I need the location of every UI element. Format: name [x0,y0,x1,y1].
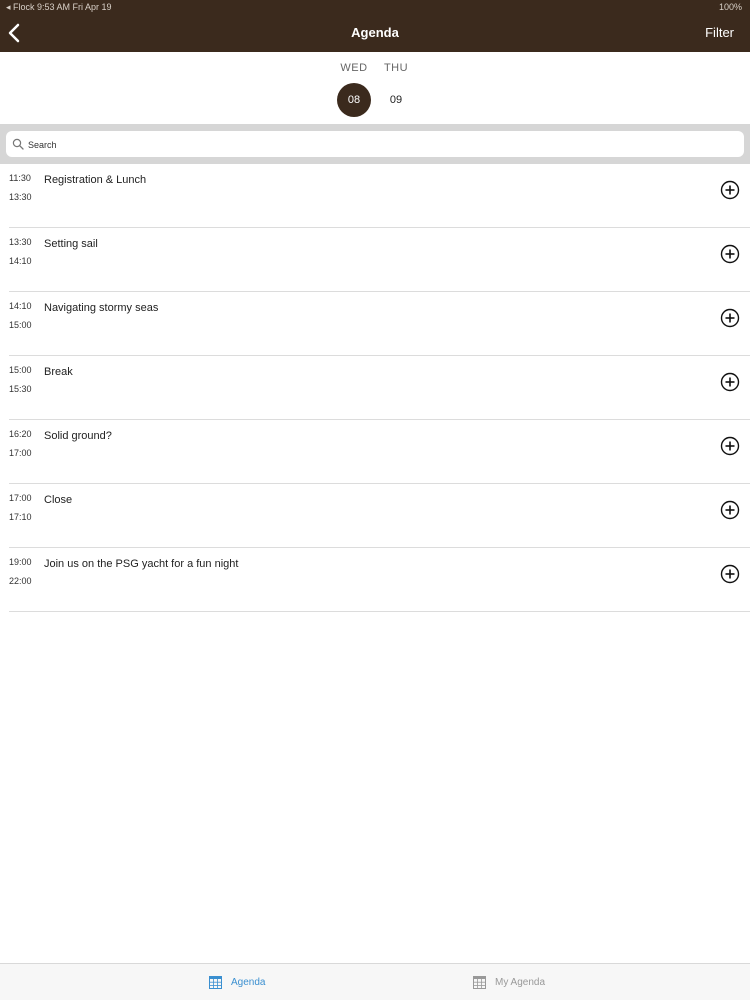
add-circle-icon[interactable] [720,436,740,456]
session-title: Join us on the PSG yacht for a fun night [44,558,239,570]
day-name: WED [340,62,368,74]
calendar-icon [473,976,486,989]
search-input[interactable] [26,134,730,156]
session-list: 11:30 13:30 Registration & Lunch 13:30 1… [0,164,750,612]
search-icon [12,138,24,150]
session-row[interactable]: 15:00 15:30 Break [9,356,750,420]
session-end-time: 22:00 [9,576,32,586]
day-wed[interactable]: WED 08 [336,62,372,117]
search-bar [0,124,750,164]
tab-label: My Agenda [495,977,546,988]
session-end-time: 15:00 [9,320,32,330]
agenda-screen: ◂ Flock 9:53 AM Fri Apr 19 100% Agenda F… [0,0,750,1000]
session-row[interactable]: 16:20 17:00 Solid ground? [9,420,750,484]
session-row[interactable]: 17:00 17:10 Close [9,484,750,548]
session-row[interactable]: 11:30 13:30 Registration & Lunch [9,164,750,228]
session-title: Registration & Lunch [44,174,147,186]
session-title: Setting sail [44,238,98,250]
add-circle-icon[interactable] [720,500,740,520]
session-start-time: 19:00 [9,557,32,567]
session-start-time: 14:10 [9,301,32,311]
day-number: 08 [337,83,371,117]
session-end-time: 15:30 [9,384,32,394]
session-row[interactable]: 19:00 22:00 Join us on the PSG yacht for… [9,548,750,612]
day-name: THU [383,62,409,74]
day-selector: WED 08 THU 09 [0,52,750,124]
add-circle-icon[interactable] [720,564,740,584]
page-title: Agenda [351,25,399,40]
session-start-time: 11:30 [9,173,31,183]
day-number: 09 [389,94,403,106]
session-title: Solid ground? [44,430,112,442]
tab-bar: Agenda My Agenda [0,963,750,1000]
search-field[interactable] [6,131,744,157]
session-start-time: 17:00 [9,493,32,503]
session-row[interactable]: 14:10 15:00 Navigating stormy seas [9,292,750,356]
nav-header: ◂ Flock 9:53 AM Fri Apr 19 100% Agenda F… [0,0,750,52]
session-title: Close [44,494,73,506]
add-circle-icon[interactable] [720,180,740,200]
add-circle-icon[interactable] [720,372,740,392]
session-title: Navigating stormy seas [44,302,159,314]
day-thu[interactable]: THU 09 [378,62,414,117]
session-end-time: 13:30 [9,192,32,202]
session-start-time: 15:00 [9,365,32,375]
session-end-time: 14:10 [9,256,32,266]
tab-label: Agenda [231,977,266,988]
session-row[interactable]: 13:30 14:10 Setting sail [9,228,750,292]
session-start-time: 16:20 [9,429,32,439]
calendar-icon [209,976,222,989]
battery-status: 100% [718,2,742,12]
session-title: Break [44,366,73,378]
add-circle-icon[interactable] [720,308,740,328]
session-end-time: 17:10 [9,512,32,522]
status-left: ◂ Flock 9:53 AM Fri Apr 19 [6,2,112,12]
filter-button[interactable]: Filter [705,25,734,40]
session-end-time: 17:00 [9,448,32,458]
add-circle-icon[interactable] [720,244,740,264]
session-start-time: 13:30 [9,237,32,247]
status-bar: ◂ Flock 9:53 AM Fri Apr 19 100% [0,0,750,14]
